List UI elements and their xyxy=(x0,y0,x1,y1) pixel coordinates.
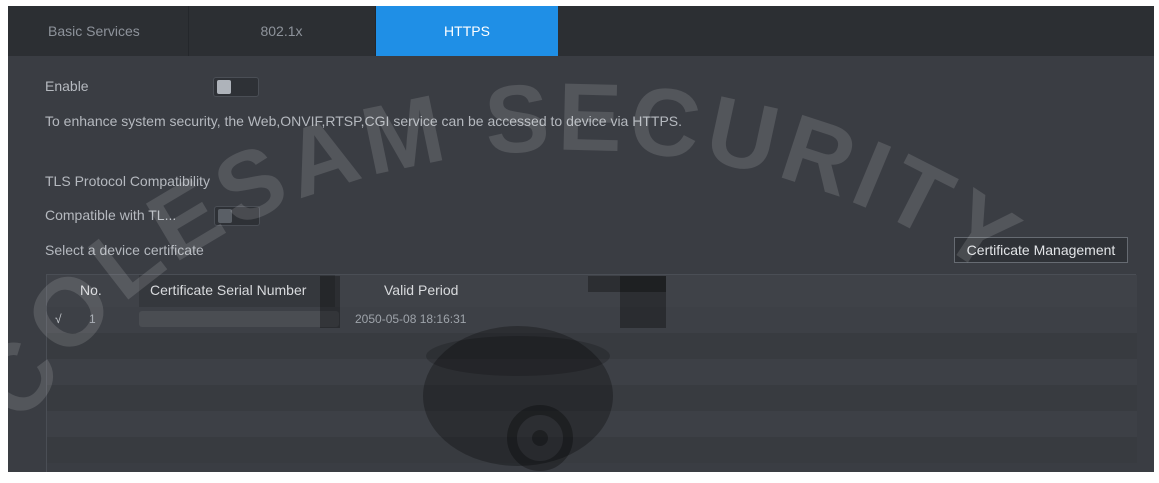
https-settings-panel: Basic Services 802.1x HTTPS Enable To en… xyxy=(8,6,1154,472)
watermark-logo: COLESAM SECURITY xyxy=(8,64,1035,471)
